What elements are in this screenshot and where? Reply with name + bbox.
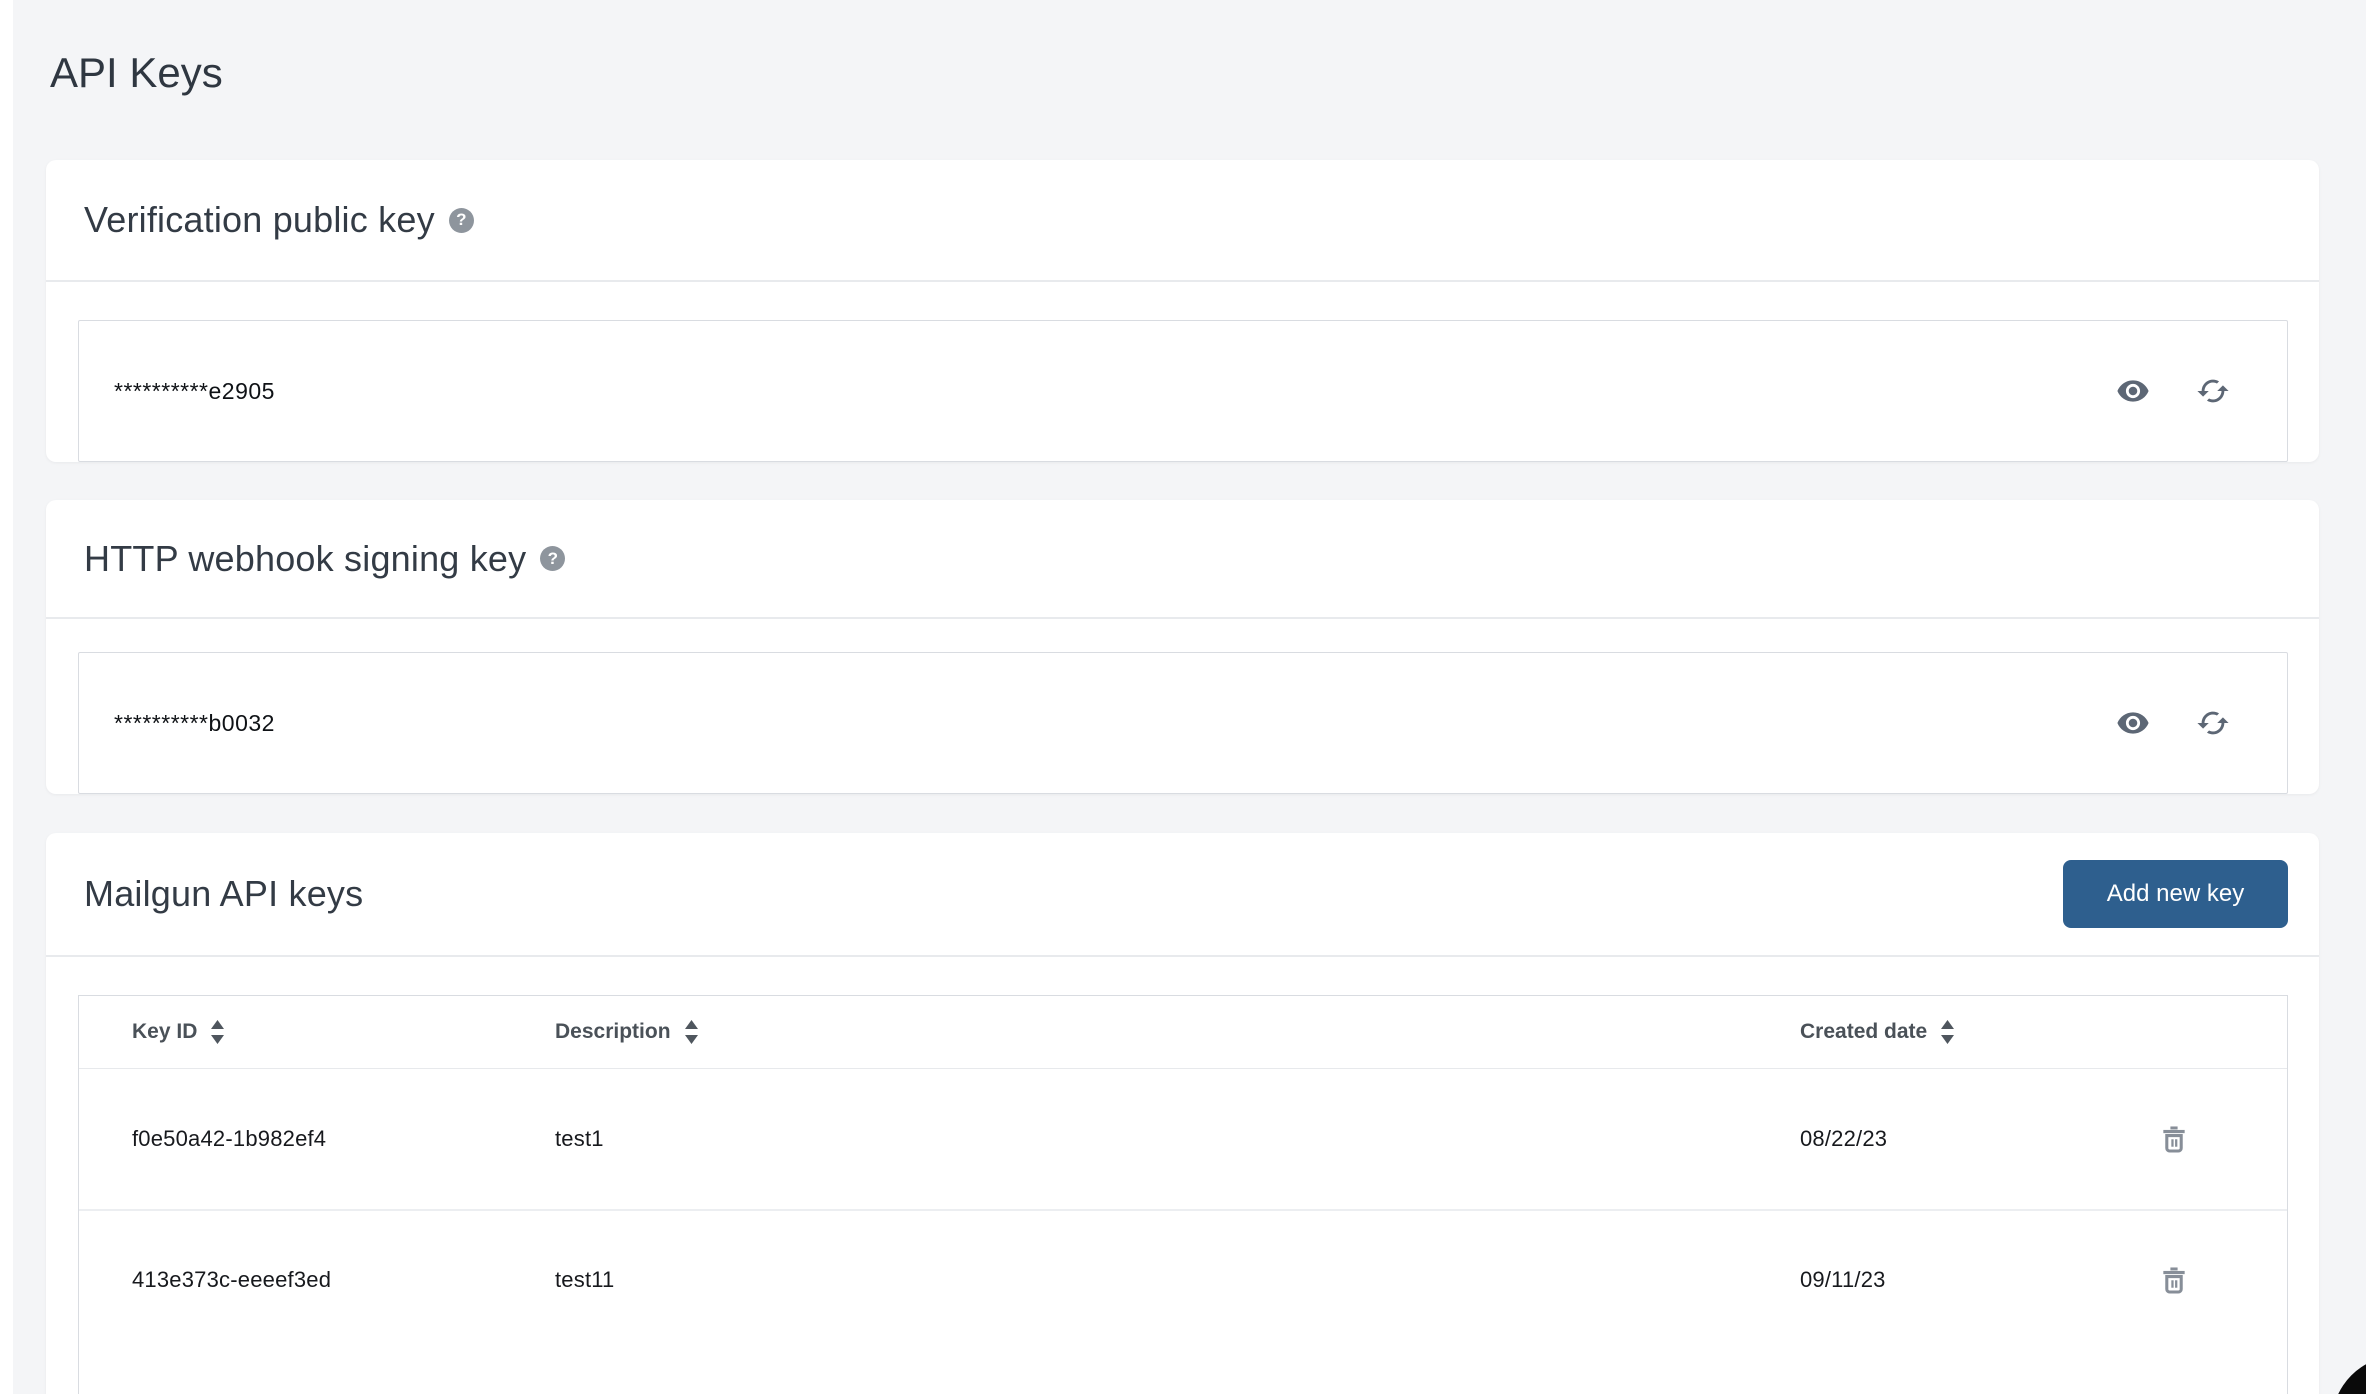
card-title: Verification public key <box>84 199 435 241</box>
table-row: 413e373c-eeeef3ed test11 09/11/23 <box>79 1209 2287 1349</box>
card-title: HTTP webhook signing key <box>84 538 526 580</box>
eye-icon <box>2116 706 2150 740</box>
column-label: Created date <box>1800 1020 1927 1044</box>
card-title: Mailgun API keys <box>84 873 363 915</box>
column-label: Description <box>555 1020 671 1044</box>
sort-icon <box>210 1020 225 1044</box>
created-date-cell: 09/11/23 <box>1800 1267 2060 1293</box>
api-keys-page: API Keys Verification public key ? *****… <box>0 0 2366 1394</box>
card-body: **********e2905 <box>46 320 2319 462</box>
card-header: Verification public key ? <box>46 160 2319 282</box>
trash-icon[interactable] <box>2157 1263 2191 1297</box>
created-date-cell: 08/22/23 <box>1800 1126 2060 1152</box>
column-header-description[interactable]: Description <box>555 1020 699 1044</box>
refresh-icon <box>2196 374 2230 408</box>
column-label: Key ID <box>132 1020 197 1044</box>
add-new-key-button[interactable]: Add new key <box>2063 860 2288 928</box>
verification-key-field: **********e2905 <box>78 320 2288 462</box>
column-header-created-date[interactable]: Created date <box>1800 1020 1955 1044</box>
refresh-icon <box>2196 706 2230 740</box>
question-icon[interactable]: ? <box>540 546 565 571</box>
column-header-key-id[interactable]: Key ID <box>132 1020 225 1044</box>
eye-icon <box>2116 374 2150 408</box>
table-header-row: Key ID Description Cre <box>79 996 2287 1069</box>
field-actions <box>2116 374 2230 408</box>
card-header: Mailgun API keys Add new key <box>46 833 2319 957</box>
key-id-cell: 413e373c-eeeef3ed <box>79 1267 555 1293</box>
refresh-icon[interactable] <box>2196 374 2230 408</box>
page-title: API Keys <box>50 48 2319 98</box>
trash-icon[interactable] <box>2157 1122 2191 1156</box>
left-edge-strip <box>0 0 13 1394</box>
main-content: API Keys Verification public key ? *****… <box>46 0 2319 1394</box>
eye-icon[interactable] <box>2116 706 2150 740</box>
description-cell: test11 <box>555 1267 1800 1293</box>
question-icon[interactable]: ? <box>449 208 474 233</box>
trash-icon <box>2158 1264 2190 1296</box>
description-cell: test1 <box>555 1126 1800 1152</box>
table-row: f0e50a42-1b982ef4 test1 08/22/23 <box>79 1069 2287 1209</box>
sort-icon <box>1940 1020 1955 1044</box>
refresh-icon[interactable] <box>2196 706 2230 740</box>
masked-key-value: **********b0032 <box>114 710 275 737</box>
card-header: HTTP webhook signing key ? <box>46 500 2319 619</box>
card-body: **********b0032 <box>46 652 2319 794</box>
verification-public-key-card: Verification public key ? **********e290… <box>46 160 2319 462</box>
webhook-key-field: **********b0032 <box>78 652 2288 794</box>
key-id-cell: f0e50a42-1b982ef4 <box>79 1126 555 1152</box>
card-body: Key ID Description Cre <box>46 995 2319 1394</box>
sort-icon <box>684 1020 699 1044</box>
mailgun-api-keys-card: Mailgun API keys Add new key Key ID <box>46 833 2319 1394</box>
api-keys-table: Key ID Description Cre <box>78 995 2288 1394</box>
masked-key-value: **********e2905 <box>114 378 275 405</box>
field-actions <box>2116 706 2230 740</box>
eye-icon[interactable] <box>2116 374 2150 408</box>
trash-icon <box>2158 1123 2190 1155</box>
chat-bubble[interactable] <box>2332 1356 2366 1394</box>
webhook-signing-key-card: HTTP webhook signing key ? **********b00… <box>46 500 2319 794</box>
